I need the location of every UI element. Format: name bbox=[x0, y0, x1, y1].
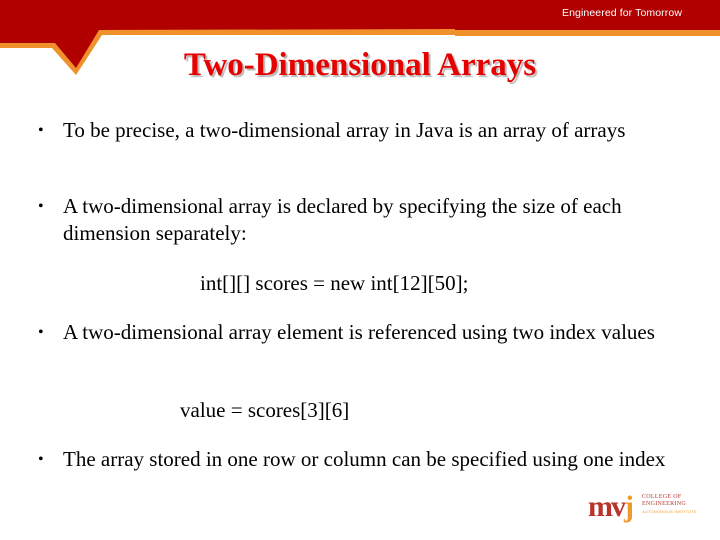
bullet-marker: • bbox=[38, 122, 44, 139]
slide-title: Two-Dimensional Arrays bbox=[183, 47, 537, 83]
logo-mark: mvj bbox=[588, 490, 634, 523]
code-access: value = scores[3][6] bbox=[180, 398, 350, 422]
logo-name: COLLEGE OF ENGINEERING bbox=[642, 494, 686, 508]
logo-line1: COLLEGE OF bbox=[642, 494, 682, 500]
logo-line2: ENGINEERING bbox=[642, 501, 686, 507]
bullet-marker: • bbox=[38, 451, 44, 468]
bullet-marker: • bbox=[38, 324, 44, 341]
logo-mark-mv: mv bbox=[588, 490, 626, 523]
bullet-item: • A two-dimensional array is declared by… bbox=[30, 193, 670, 247]
bullet-item: • A two-dimensional array element is ref… bbox=[30, 319, 670, 346]
bullet-text: To be precise, a two-dimensional array i… bbox=[63, 118, 626, 142]
bullet-text: A two-dimensional array element is refer… bbox=[63, 320, 655, 344]
logo-mark-j: j bbox=[624, 490, 634, 523]
bullet-item: • The array stored in one row or column … bbox=[30, 446, 670, 473]
header-tagline: Engineered for Tomorrow bbox=[562, 7, 682, 19]
college-logo: mvj COLLEGE OF ENGINEERING AUTONOMOUS IN… bbox=[588, 490, 698, 530]
bullet-text: The array stored in one row or column ca… bbox=[63, 447, 666, 471]
bullet-text: A two-dimensional array is declared by s… bbox=[63, 194, 622, 245]
logo-subtitle: AUTONOMOUS INSTITUTE bbox=[642, 509, 697, 514]
bullet-item: • To be precise, a two-dimensional array… bbox=[30, 117, 670, 144]
code-declaration: int[][] scores = new int[12][50]; bbox=[200, 271, 469, 295]
bullet-marker: • bbox=[38, 198, 44, 215]
